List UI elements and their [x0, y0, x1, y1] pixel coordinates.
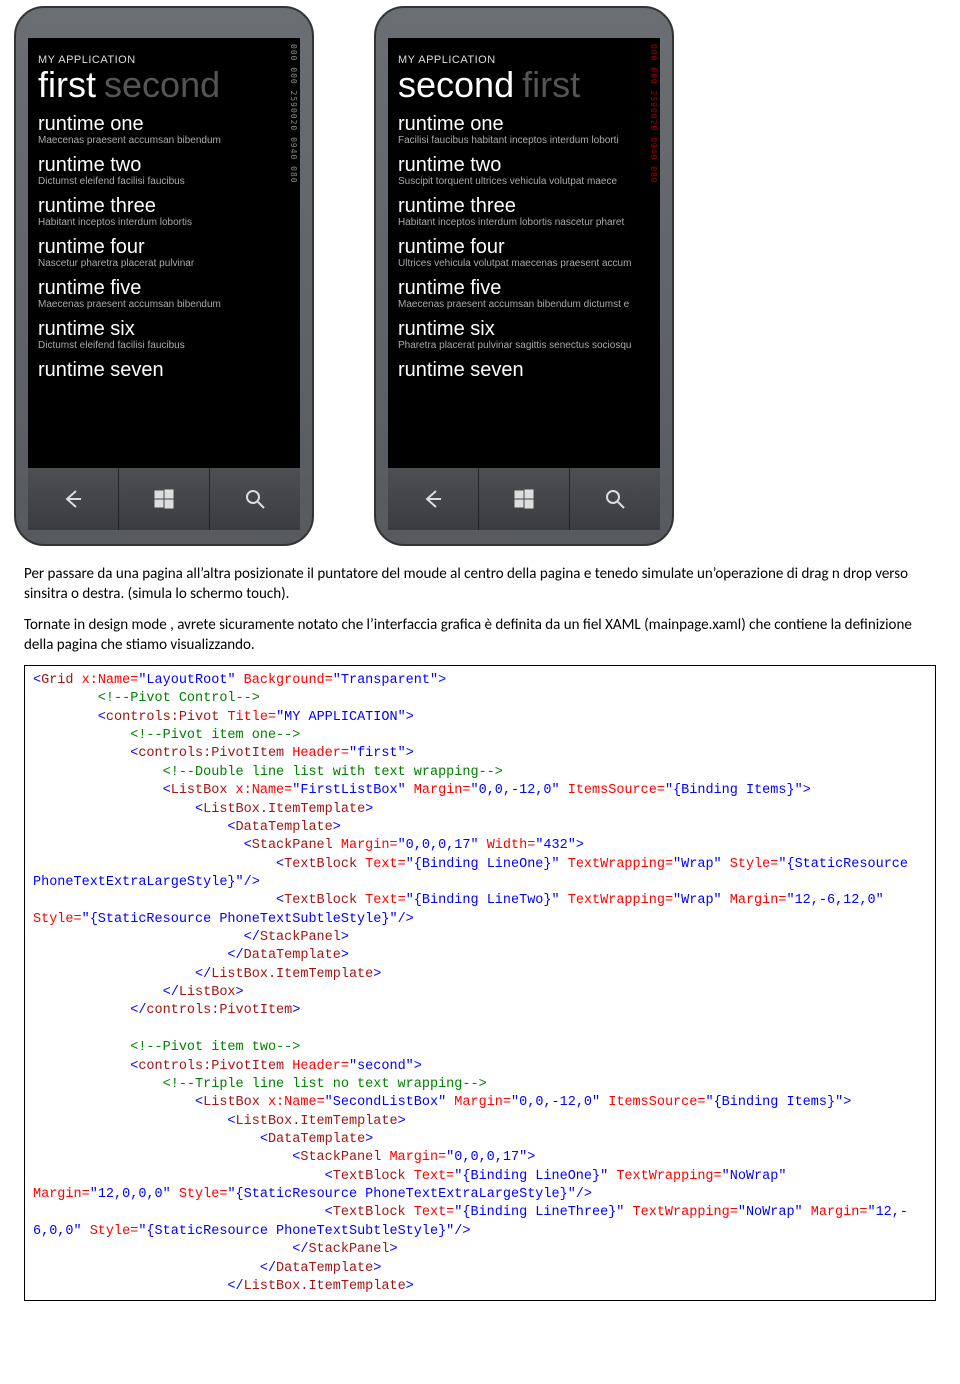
back-button[interactable] [388, 468, 479, 530]
pivot-inactive[interactable]: second [104, 64, 220, 105]
list-item[interactable]: runtime seven [38, 360, 290, 381]
pivot-header[interactable]: second first [398, 64, 650, 106]
search-button[interactable] [570, 468, 660, 530]
xaml-code: <Grid x:Name="LayoutRoot" Background="Tr… [24, 665, 936, 1301]
phones-row: 000 000 2590020 0940 080 MY APPLICATION … [0, 0, 960, 546]
prose: Per passare da una pagina all’altra posi… [0, 564, 960, 655]
list-item[interactable]: runtime sixDictumst eleifend facilisi fa… [38, 319, 290, 352]
windows-button[interactable] [479, 468, 570, 530]
list-item[interactable]: runtime threeHabitant inceptos interdum … [398, 196, 650, 229]
pivot-header[interactable]: first second [38, 64, 290, 106]
phone-right-screen: 000 000 2590020 0940 080 MY APPLICATION … [388, 38, 660, 468]
search-button[interactable] [210, 468, 300, 530]
emulator-counter: 000 000 2590020 0940 080 [649, 44, 658, 184]
list-item[interactable]: runtime fiveMaecenas praesent accumsan b… [398, 278, 650, 311]
list-item[interactable]: runtime oneMaecenas praesent accumsan bi… [38, 114, 290, 147]
windows-button[interactable] [119, 468, 210, 530]
emulator-counter: 000 000 2590020 0940 080 [289, 44, 298, 184]
hw-buttons [28, 468, 300, 530]
paragraph-1: Per passare da una pagina all’altra posi… [24, 564, 936, 605]
pivot-inactive[interactable]: first [522, 64, 580, 105]
list-item[interactable]: runtime twoSuscipit torquent ultrices ve… [398, 155, 650, 188]
list-item[interactable]: runtime fourNascetur pharetra placerat p… [38, 237, 290, 270]
list-item[interactable]: runtime twoDictumst eleifend facilisi fa… [38, 155, 290, 188]
list[interactable]: runtime oneFacilisi faucibus habitant in… [398, 114, 650, 381]
pivot-active[interactable]: second [398, 64, 514, 105]
phone-left-screen: 000 000 2590020 0940 080 MY APPLICATION … [28, 38, 300, 468]
paragraph-2: Tornate in design mode , avrete sicurame… [24, 615, 936, 656]
phone-right: 000 000 2590020 0940 080 MY APPLICATION … [374, 6, 674, 546]
list-item[interactable]: runtime fiveMaecenas praesent accumsan b… [38, 278, 290, 311]
phone-left: 000 000 2590020 0940 080 MY APPLICATION … [14, 6, 314, 546]
list-item[interactable]: runtime oneFacilisi faucibus habitant in… [398, 114, 650, 147]
list[interactable]: runtime oneMaecenas praesent accumsan bi… [38, 114, 290, 381]
list-item[interactable]: runtime fourUltrices vehicula volutpat m… [398, 237, 650, 270]
list-item[interactable]: runtime sixPharetra placerat pulvinar sa… [398, 319, 650, 352]
list-item[interactable]: runtime seven [398, 360, 650, 381]
back-button[interactable] [28, 468, 119, 530]
hw-buttons [388, 468, 660, 530]
pivot-active[interactable]: first [38, 64, 96, 105]
list-item[interactable]: runtime threeHabitant inceptos interdum … [38, 196, 290, 229]
